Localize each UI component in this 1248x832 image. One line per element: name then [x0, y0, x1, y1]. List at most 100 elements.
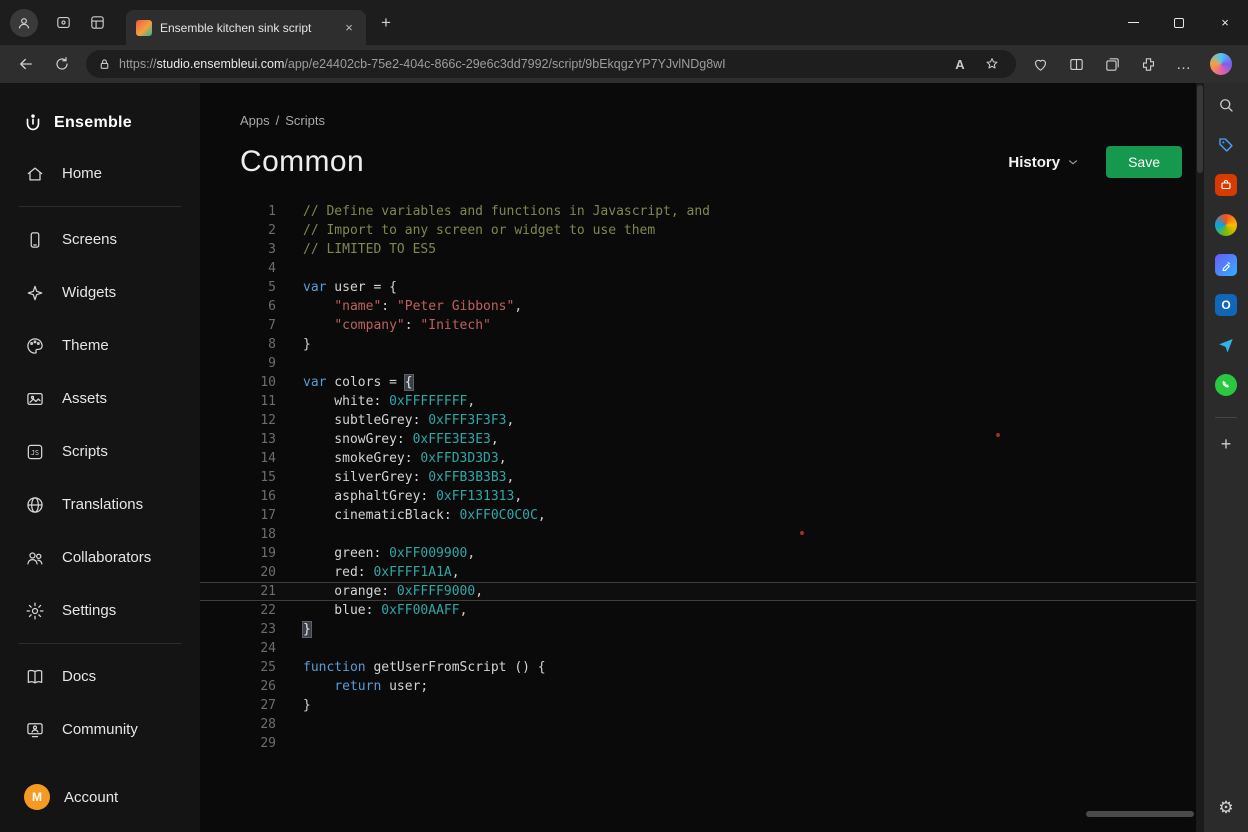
code-line[interactable]: 24: [200, 639, 1196, 658]
code-line[interactable]: 6 "name": "Peter Gibbons",: [200, 297, 1196, 316]
line-number: 8: [200, 335, 276, 354]
code-line[interactable]: 1// Define variables and functions in Ja…: [200, 202, 1196, 221]
code-line[interactable]: 29: [200, 734, 1196, 753]
vertical-scrollbar-thumb[interactable]: [1197, 85, 1203, 173]
code-text: cinematicBlack: 0xFF0C0C0C,: [276, 506, 546, 525]
profile-avatar[interactable]: [10, 9, 38, 37]
code-line[interactable]: 7 "company": "Initech": [200, 316, 1196, 335]
outlook-icon[interactable]: O: [1210, 289, 1242, 321]
designer-icon[interactable]: [1210, 249, 1242, 281]
code-line[interactable]: 23}: [200, 620, 1196, 639]
close-button[interactable]: ×: [1202, 0, 1248, 45]
copilot-icon[interactable]: [1210, 53, 1232, 75]
microsoft365-icon[interactable]: [1210, 169, 1242, 201]
code-line[interactable]: 28: [200, 715, 1196, 734]
maximize-button[interactable]: [1156, 0, 1202, 45]
code-line[interactable]: 26 return user;: [200, 677, 1196, 696]
code-line[interactable]: 13 snowGrey: 0xFFE3E3E3,: [200, 430, 1196, 449]
translations-icon: [24, 494, 46, 516]
sidebar-item-account[interactable]: M Account: [0, 784, 200, 832]
sidebar-item-community[interactable]: Community: [0, 703, 200, 756]
rewards-icon[interactable]: [1210, 209, 1242, 241]
code-line[interactable]: 22 blue: 0xFF00AAFF,: [200, 601, 1196, 620]
edge-sidebar-rail: O + ⚙: [1204, 83, 1248, 832]
sidebar-item-label: Docs: [62, 668, 96, 685]
code-line-active[interactable]: 21 orange: 0xFFFF9000,: [200, 582, 1196, 601]
sidebar: Ensemble Home Screens WidgetsTheme Assets J…: [0, 83, 200, 832]
code-line[interactable]: 3// LIMITED TO ES5: [200, 240, 1196, 259]
code-line[interactable]: 19 green: 0xFF009900,: [200, 544, 1196, 563]
history-dropdown[interactable]: History: [1008, 154, 1080, 171]
drop-icon[interactable]: [1210, 329, 1242, 361]
line-number: 1: [200, 202, 276, 221]
browser-essentials-icon[interactable]: [1024, 49, 1056, 79]
code-line[interactable]: 27}: [200, 696, 1196, 715]
sidebar-item-theme[interactable]: Theme: [0, 319, 200, 372]
sidebar-item-home[interactable]: Home: [0, 147, 200, 200]
sidebar-item-label: Screens: [62, 231, 117, 248]
line-number: 5: [200, 278, 276, 297]
sidebar-item-settings[interactable]: Settings: [0, 584, 200, 637]
back-button[interactable]: [10, 49, 42, 79]
refresh-button[interactable]: [46, 49, 78, 79]
tab-close-icon[interactable]: ×: [340, 19, 358, 37]
minimize-button[interactable]: [1110, 0, 1156, 45]
browser-navbar: https://studio.ensembleui.com/app/e24402…: [0, 45, 1248, 83]
address-bar[interactable]: https://studio.ensembleui.com/app/e24402…: [86, 50, 1016, 78]
collections-icon[interactable]: [1096, 49, 1128, 79]
code-line[interactable]: 5var user = {: [200, 278, 1196, 297]
code-line[interactable]: 10var colors = {: [200, 373, 1196, 392]
code-line[interactable]: 15 silverGrey: 0xFFB3B3B3,: [200, 468, 1196, 487]
shopping-icon[interactable]: [1210, 129, 1242, 161]
sidebar-settings-icon[interactable]: ⚙: [1210, 792, 1242, 824]
code-line[interactable]: 8}: [200, 335, 1196, 354]
code-line[interactable]: 11 white: 0xFFFFFFFF,: [200, 392, 1196, 411]
workspaces-icon[interactable]: [46, 8, 80, 38]
code-text: blue: 0xFF00AAFF,: [276, 601, 467, 620]
breadcrumb-scripts[interactable]: Scripts: [285, 113, 325, 128]
sidebar-item-widgets[interactable]: Widgets: [0, 266, 200, 319]
save-button[interactable]: Save: [1106, 146, 1182, 178]
breadcrumb-apps[interactable]: Apps: [240, 113, 270, 128]
split-screen-icon[interactable]: [1060, 49, 1092, 79]
add-shortcut-icon[interactable]: +: [1210, 428, 1242, 460]
whatsapp-icon[interactable]: [1210, 369, 1242, 401]
code-line[interactable]: 16 asphaltGrey: 0xFF131313,: [200, 487, 1196, 506]
sidebar-group-main: Screens WidgetsTheme Assets JSScriptsTransl…: [0, 213, 200, 637]
scripts-icon: JS: [24, 441, 46, 463]
sidebar-item-translations[interactable]: Translations: [0, 478, 200, 531]
code-line[interactable]: 20 red: 0xFFFF1A1A,: [200, 563, 1196, 582]
search-icon[interactable]: [1210, 89, 1242, 121]
sidebar-item-scripts[interactable]: JSScripts: [0, 425, 200, 478]
brand[interactable]: Ensemble: [0, 99, 200, 147]
code-line[interactable]: 12 subtleGrey: 0xFFF3F3F3,: [200, 411, 1196, 430]
horizontal-scrollbar[interactable]: [1086, 811, 1194, 817]
code-line[interactable]: 9: [200, 354, 1196, 373]
sidebar-item-docs[interactable]: Docs: [0, 650, 200, 703]
code-line[interactable]: 17 cinematicBlack: 0xFF0C0C0C,: [200, 506, 1196, 525]
read-aloud-icon[interactable]: A: [948, 52, 972, 76]
vertical-scrollbar-track[interactable]: [1196, 83, 1204, 832]
code-line[interactable]: 18: [200, 525, 1196, 544]
sidebar-item-collaborators[interactable]: Collaborators: [0, 531, 200, 584]
favorite-star-icon[interactable]: [980, 52, 1004, 76]
code-line[interactable]: 4: [200, 259, 1196, 278]
browser-titlebar: Ensemble kitchen sink script × + ×: [0, 0, 1248, 45]
code-line[interactable]: 2// Import to any screen or widget to us…: [200, 221, 1196, 240]
code-editor[interactable]: 1// Define variables and functions in Ja…: [200, 202, 1196, 753]
extensions-icon[interactable]: [1132, 49, 1164, 79]
code-line[interactable]: 25function getUserFromScript () {: [200, 658, 1196, 677]
url-text[interactable]: https://studio.ensembleui.com/app/e24402…: [119, 57, 940, 71]
new-tab-button[interactable]: +: [372, 9, 400, 37]
rail-items: O: [1210, 89, 1242, 409]
tab-actions-icon[interactable]: [80, 8, 114, 38]
settings-more-icon[interactable]: …: [1168, 49, 1200, 79]
sidebar-group-top: Home: [0, 147, 200, 200]
sidebar-item-label: Assets: [62, 390, 107, 407]
code-line[interactable]: 14 smokeGrey: 0xFFD3D3D3,: [200, 449, 1196, 468]
sidebar-item-screens[interactable]: Screens: [0, 213, 200, 266]
sidebar-item-label: Community: [62, 721, 138, 738]
sidebar-item-assets[interactable]: Assets: [0, 372, 200, 425]
line-number: 11: [200, 392, 276, 411]
browser-tab[interactable]: Ensemble kitchen sink script ×: [126, 10, 366, 45]
